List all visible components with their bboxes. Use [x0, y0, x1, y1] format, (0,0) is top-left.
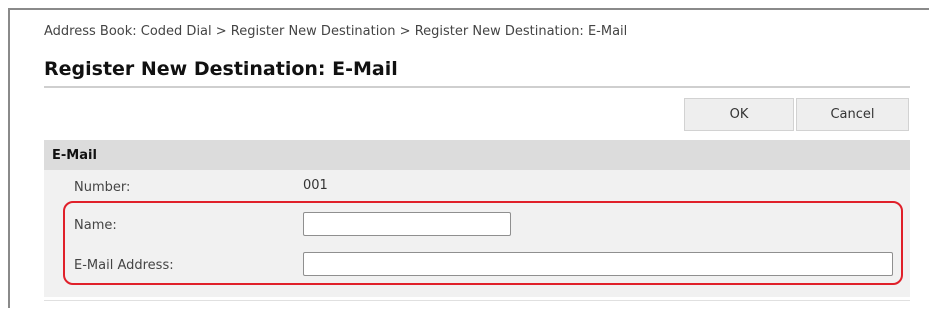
- number-label: Number:: [74, 180, 131, 195]
- window-top-edge: [8, 8, 929, 10]
- number-value: 001: [303, 178, 328, 193]
- ok-button[interactable]: OK: [684, 98, 794, 131]
- bottom-divider: [44, 300, 910, 301]
- email-address-field[interactable]: [303, 252, 893, 276]
- name-label: Name:: [74, 218, 117, 233]
- email-address-label: E-Mail Address:: [74, 258, 174, 273]
- page-title: Register New Destination: E-Mail: [44, 58, 398, 80]
- name-field[interactable]: [303, 212, 511, 236]
- breadcrumb: Address Book: Coded Dial > Register New …: [44, 24, 628, 39]
- title-divider: [44, 86, 910, 88]
- window-left-edge: [8, 8, 10, 308]
- page-frame: Address Book: Coded Dial > Register New …: [0, 0, 929, 318]
- section-header-email: E-Mail: [44, 140, 910, 170]
- cancel-button[interactable]: Cancel: [796, 98, 909, 131]
